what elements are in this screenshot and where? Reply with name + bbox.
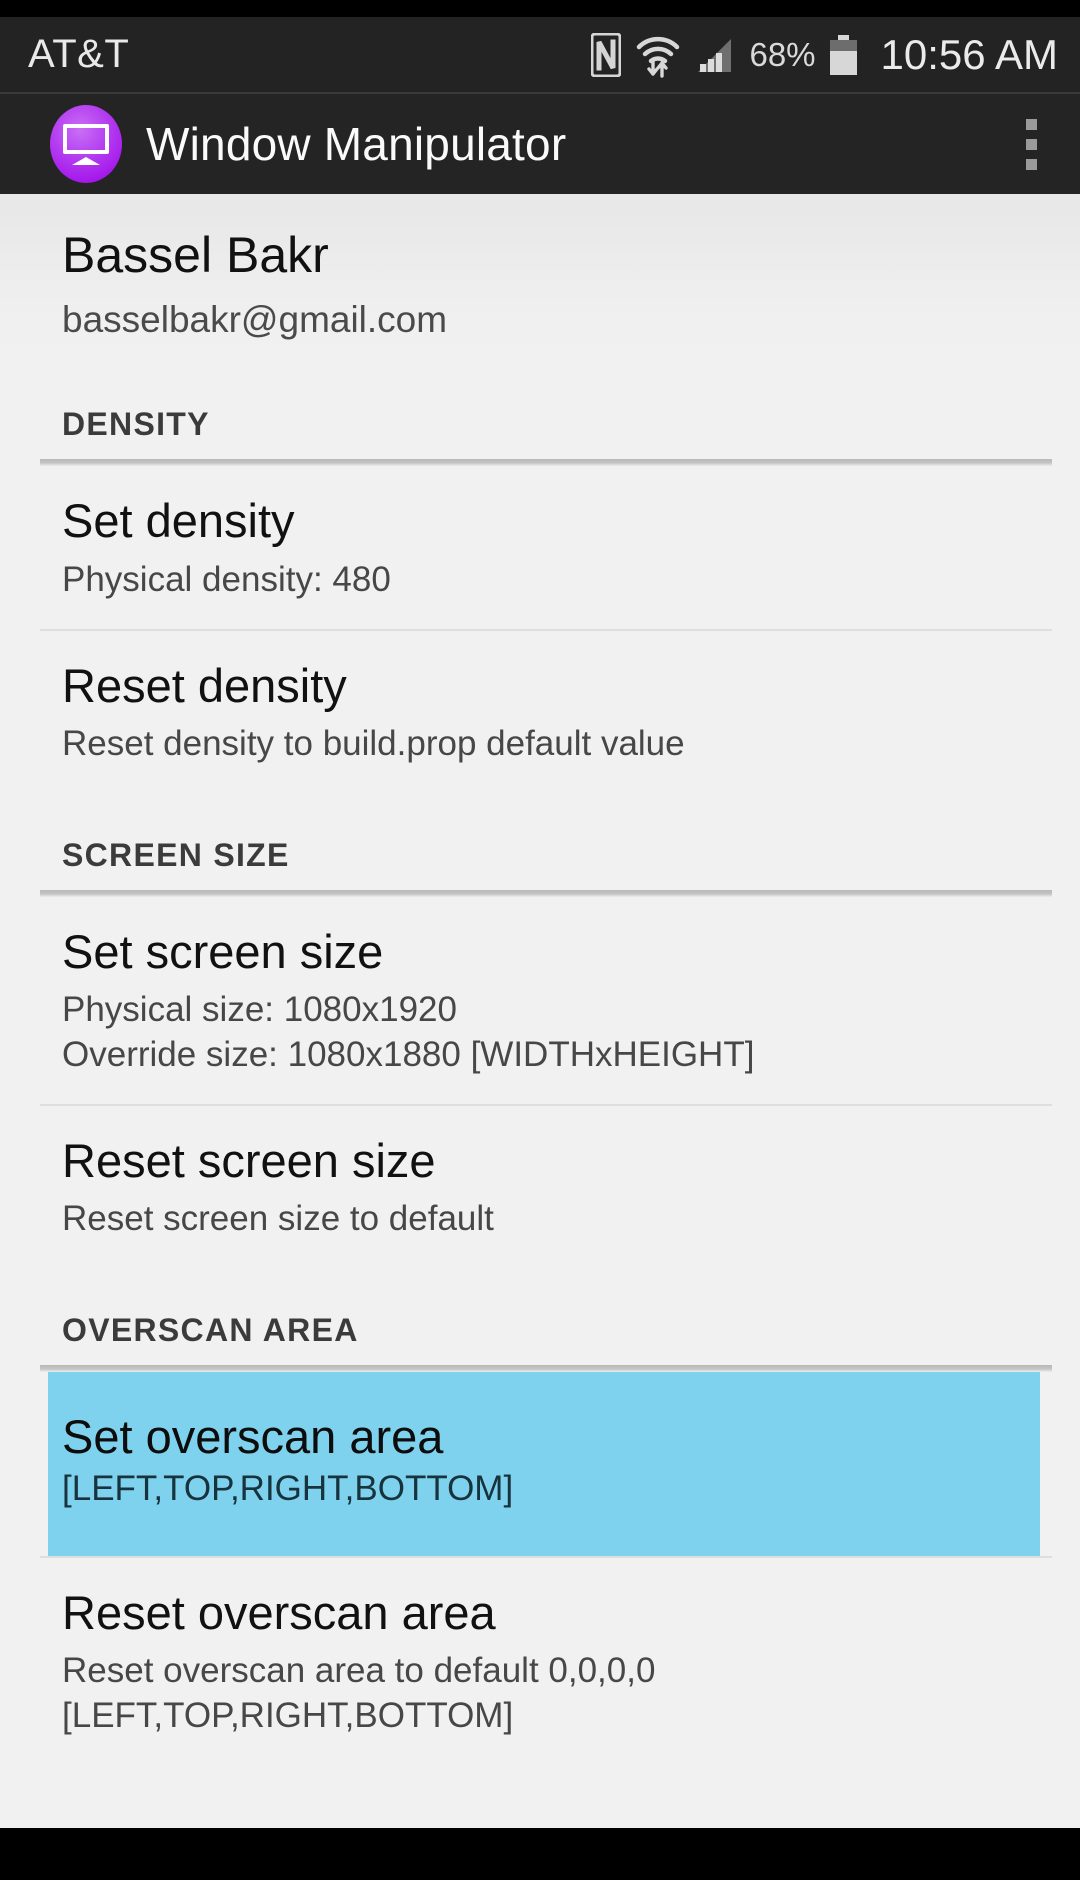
section-divider [40, 889, 1052, 897]
preference-subtitle-line: Reset screen size to default [62, 1198, 494, 1238]
settings-list: Bassel Bakr basselbakr@gmail.com DENSITY… [0, 194, 1080, 1828]
carrier-label: AT&T [28, 32, 130, 76]
account-header[interactable]: Bassel Bakr basselbakr@gmail.com [0, 194, 1080, 363]
app-title: Window Manipulator [146, 118, 567, 170]
section-divider [40, 459, 1052, 467]
section-header: SCREEN SIZE [62, 836, 290, 873]
preference-subtitle: Reset overscan area to default 0,0,0,0 [L… [62, 1649, 1020, 1739]
bottom-bezel [0, 1828, 1080, 1880]
preference-subtitle-line: [LEFT,TOP,RIGHT,BOTTOM] [62, 1695, 514, 1735]
preference-subtitle: Reset density to build.prop default valu… [62, 722, 1020, 767]
phone-screen: AT&T 68% 10:56 AM Window Manipulator Bas… [0, 0, 1080, 1880]
preference-title: Set screen size [62, 924, 384, 978]
wifi-icon [635, 32, 681, 78]
account-name: Bassel Bakr [62, 227, 329, 283]
preference-subtitle-line: Override size: 1080x1880 [WIDTHxHEIGHT] [62, 1034, 755, 1074]
preference-item[interactable]: Set overscan area [LEFT,TOP,RIGHT,BOTTOM] [48, 1371, 1040, 1556]
preference-title: Reset screen size [62, 1133, 436, 1187]
preference-subtitle-line: Reset density to build.prop default valu… [62, 723, 685, 763]
app-bar: Window Manipulator [0, 92, 1080, 194]
battery-icon [829, 34, 857, 75]
preference-subtitle-line: Physical size: 1080x1920 [62, 989, 457, 1029]
preference-subtitle: [LEFT,TOP,RIGHT,BOTTOM] [62, 1467, 1020, 1512]
preference-title: Reset density [62, 658, 347, 712]
section-header: DENSITY [62, 406, 210, 443]
preference-title: Reset overscan area [62, 1585, 496, 1639]
preference-title: Set density [62, 494, 295, 548]
status-bar: AT&T 68% 10:56 AM [0, 17, 1080, 92]
preference-subtitle-line: [LEFT,TOP,RIGHT,BOTTOM] [62, 1469, 514, 1509]
preference-item[interactable]: Reset overscan area Reset overscan area t… [0, 1558, 1080, 1765]
account-email: basselbakr@gmail.com [62, 299, 448, 340]
signal-icon [695, 35, 735, 75]
preference-item[interactable]: Set density Physical density: 480 [0, 466, 1080, 628]
top-bezel [0, 0, 1080, 17]
preference-item[interactable]: Reset screen size Reset screen size to de… [0, 1106, 1080, 1268]
preference-item[interactable]: Reset density Reset density to build.prop… [0, 631, 1080, 793]
nfc-icon [591, 32, 622, 77]
preference-title: Set overscan area [62, 1409, 444, 1463]
preference-subtitle: Physical size: 1080x1920 Override size: 1… [62, 988, 1020, 1078]
monitor-app-icon [50, 105, 122, 183]
preference-subtitle-line: Reset overscan area to default 0,0,0,0 [62, 1651, 656, 1691]
preference-subtitle-line: Physical density: 480 [62, 559, 391, 599]
preference-item[interactable]: Set screen size Physical size: 1080x1920 O… [0, 897, 1080, 1104]
battery-percent-label: 68% [749, 35, 816, 73]
overflow-menu-icon[interactable] [1008, 114, 1054, 174]
section-divider [40, 1364, 1052, 1372]
preference-subtitle: Physical density: 480 [62, 558, 1020, 603]
section-header: OVERSCAN AREA [62, 1311, 359, 1348]
preference-subtitle: Reset screen size to default [62, 1197, 1020, 1242]
status-icons: 68% 10:56 AM [591, 31, 1058, 79]
clock-label: 10:56 AM [880, 30, 1058, 78]
